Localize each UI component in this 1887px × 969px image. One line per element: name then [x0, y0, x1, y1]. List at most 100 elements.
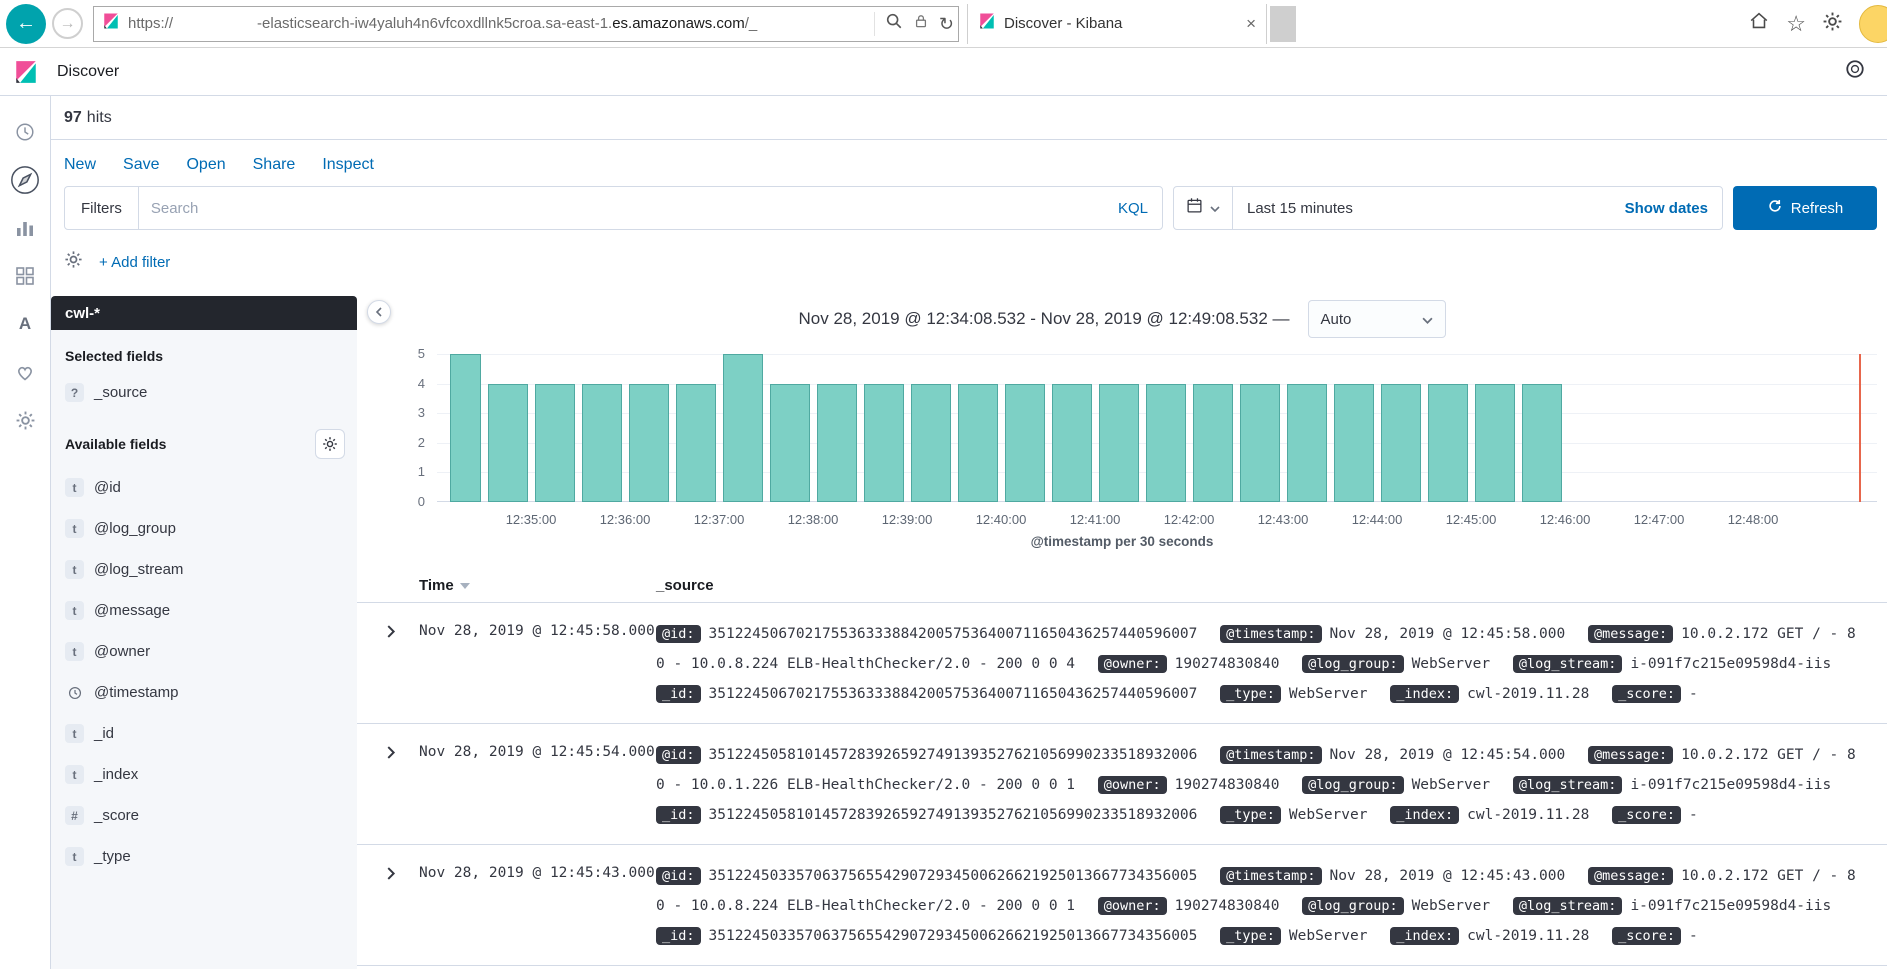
interval-select[interactable]: Auto [1308, 300, 1446, 338]
x-tick-label: 12:38:00 [788, 512, 839, 527]
histogram-bar-12:36:00[interactable] [629, 384, 669, 502]
time-column-header[interactable]: Time [419, 577, 656, 594]
nav-rail: A [0, 96, 51, 969]
field-value: 3512245067021755363338842005753640071165… [709, 686, 1198, 702]
histogram-bar-12:39:30[interactable] [958, 384, 998, 502]
histogram-bar-12:37:30[interactable] [770, 384, 810, 502]
gridline [437, 354, 1877, 355]
nav-management-gear-icon[interactable] [0, 396, 50, 444]
histogram-bar-12:43:00[interactable] [1287, 384, 1327, 502]
histogram-bar-12:41:30[interactable] [1146, 384, 1186, 502]
field-item-message[interactable]: t@message [51, 590, 357, 631]
search-input[interactable] [139, 200, 1104, 217]
field-value: cwl-2019.11.28 [1467, 807, 1589, 823]
field-value: 190274830840 [1175, 656, 1280, 672]
field-type-badge: t [65, 642, 84, 661]
field-value: 190274830840 [1175, 898, 1280, 914]
row-source: @id:351224506702175536333884200575364007… [656, 619, 1859, 709]
histogram-bar-12:45:00[interactable] [1475, 384, 1515, 502]
histogram-bar-12:40:30[interactable] [1052, 384, 1092, 502]
expand-row-chevron-icon[interactable] [387, 619, 419, 709]
histogram-bar-12:45:30[interactable] [1522, 384, 1562, 502]
histogram-bar-12:41:00[interactable] [1099, 384, 1139, 502]
histogram-bar-12:37:00[interactable] [723, 354, 763, 502]
histogram-bar-12:44:00[interactable] [1381, 384, 1421, 502]
toolbar-link-save[interactable]: Save [123, 156, 159, 174]
expand-row-chevron-icon[interactable] [387, 861, 419, 951]
browser-tab[interactable]: Discover - Kibana × [967, 4, 1267, 44]
field-name: _score [94, 807, 139, 824]
expand-row-chevron-icon[interactable] [387, 740, 419, 830]
kql-toggle[interactable]: KQL [1104, 200, 1162, 217]
calendar-dropdown-button[interactable] [1174, 187, 1233, 229]
nav-apm-letter-icon[interactable]: A [0, 300, 50, 348]
histogram-bar-12:38:00[interactable] [817, 384, 857, 502]
histogram-bar-12:38:30[interactable] [864, 384, 904, 502]
nav-dashboard-icon[interactable] [0, 252, 50, 300]
help-icon[interactable] [1845, 59, 1865, 84]
field-key-badge: @log_stream: [1513, 655, 1623, 673]
add-filter-button[interactable]: + Add filter [99, 254, 170, 271]
show-dates-button[interactable]: Show dates [1611, 200, 1722, 217]
field-type-badge: t [65, 724, 84, 743]
address-bar[interactable]: https://-elasticsearch-iw4yaluh4n6vfcoxd… [93, 6, 959, 42]
toolbar-link-new[interactable]: New [64, 156, 96, 174]
histogram-bar-12:35:00[interactable] [535, 384, 575, 502]
toolbar-link-share[interactable]: Share [253, 156, 296, 174]
field-item-id[interactable]: t@id [51, 467, 357, 508]
row-time: Nov 28, 2019 @ 12:45:54.000 [419, 740, 656, 830]
favorites-star-icon[interactable]: ☆ [1786, 13, 1806, 35]
field-item-id[interactable]: t_id [51, 713, 357, 754]
filters-button[interactable]: Filters [65, 187, 139, 229]
histogram-bar-12:36:30[interactable] [676, 384, 716, 502]
field-item-type[interactable]: t_type [51, 836, 357, 877]
url-path: /_ [745, 15, 758, 32]
smiley-feedback-icon[interactable] [1859, 5, 1887, 43]
histogram-bar-12:42:30[interactable] [1240, 384, 1280, 502]
nav-discover-compass-icon[interactable] [0, 156, 50, 204]
field-key-badge: @message: [1588, 625, 1673, 643]
field-key-badge: @log_group: [1302, 655, 1403, 673]
index-pattern-selector[interactable]: cwl-* [51, 296, 357, 330]
histogram-bar-12:43:30[interactable] [1334, 384, 1374, 502]
histogram-bar-12:34:30[interactable] [488, 384, 528, 502]
refresh-page-icon[interactable]: ↻ [939, 15, 954, 33]
recently-viewed-clock-icon[interactable] [0, 108, 50, 156]
home-icon[interactable] [1748, 10, 1770, 37]
field-item-logstream[interactable]: t@log_stream [51, 549, 357, 590]
field-item-timestamp[interactable]: @timestamp [51, 672, 357, 713]
time-picker: Last 15 minutes Show dates [1173, 186, 1723, 230]
field-type-badge: t [65, 601, 84, 620]
tab-close-icon[interactable]: × [1246, 14, 1256, 34]
field-value: WebServer [1289, 686, 1368, 702]
field-settings-button[interactable] [315, 429, 345, 459]
nav-uptime-heart-icon[interactable] [0, 348, 50, 396]
field-item-owner[interactable]: t@owner [51, 631, 357, 672]
field-key-badge: _id: [656, 806, 701, 824]
filter-settings-gear-icon[interactable] [64, 250, 83, 274]
histogram-bar-12:42:00[interactable] [1193, 384, 1233, 502]
refresh-button[interactable]: Refresh [1733, 186, 1877, 230]
search-icon[interactable] [885, 12, 903, 35]
histogram-bar-12:35:30[interactable] [582, 384, 622, 502]
collapse-sidebar-button[interactable] [367, 300, 391, 324]
time-range-value[interactable]: Last 15 minutes [1233, 200, 1611, 217]
field-item-score[interactable]: #_score [51, 795, 357, 836]
field-key-badge: @timestamp: [1220, 867, 1321, 885]
histogram-bar-12:44:30[interactable] [1428, 384, 1468, 502]
field-item-source[interactable]: ? _source [51, 372, 357, 413]
histogram-bar-12:39:00[interactable] [911, 384, 951, 502]
histogram-bar-12:34:00[interactable] [450, 354, 481, 502]
field-item-index[interactable]: t_index [51, 754, 357, 795]
toolbar-link-inspect[interactable]: Inspect [322, 156, 374, 174]
browser-back-button[interactable]: ← [6, 4, 46, 44]
browser-settings-gear-icon[interactable] [1822, 11, 1843, 37]
histogram-bar-12:40:00[interactable] [1005, 384, 1045, 502]
back-arrow-icon: ← [16, 12, 36, 35]
new-tab-button[interactable] [1270, 6, 1296, 42]
nav-visualize-chart-icon[interactable] [0, 204, 50, 252]
toolbar-link-open[interactable]: Open [186, 156, 225, 174]
field-item-loggroup[interactable]: t@log_group [51, 508, 357, 549]
kibana-logo[interactable] [0, 59, 51, 85]
browser-forward-button[interactable]: → [52, 8, 83, 39]
